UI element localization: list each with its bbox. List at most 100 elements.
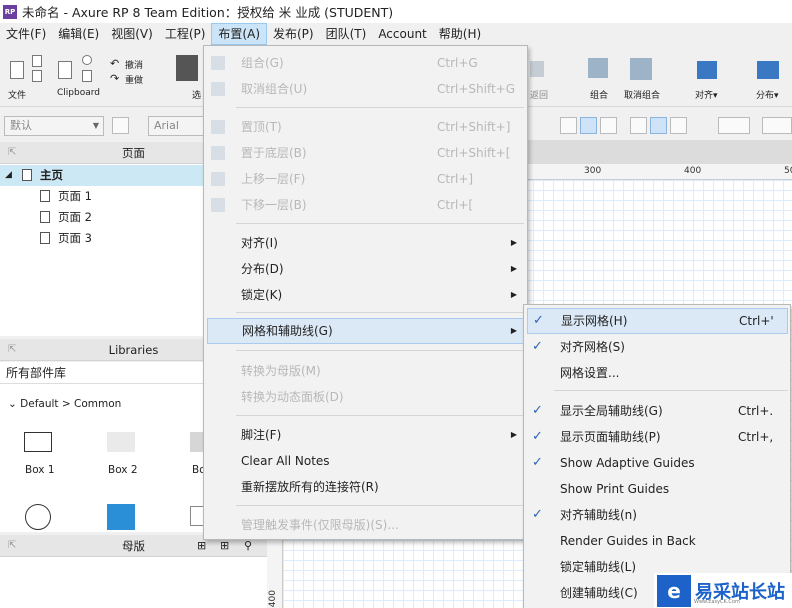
menu-file[interactable]: 文件(F) [0, 23, 52, 45]
cut-icon[interactable] [82, 55, 92, 65]
menu-item-label: 置于底层(B) [241, 146, 307, 160]
submenu-item-label: 显示页面辅助线(P) [560, 430, 661, 444]
submenu-item-label: Render Guides in Back [560, 534, 696, 548]
save-icon[interactable] [32, 55, 42, 67]
check-icon: ✓ [533, 313, 544, 328]
fill-color-icon[interactable] [718, 117, 750, 134]
submenu-arrow-icon: ▶ [510, 264, 517, 273]
masters-panel-title: 母版 [122, 539, 145, 553]
valign-middle-icon[interactable] [650, 117, 667, 134]
menu-item-ungroup[interactable]: 取消组合(U) Ctrl+Shift+G [204, 76, 527, 102]
font-select[interactable]: Arial [148, 116, 208, 136]
submenu-item-shortcut: Ctrl+. [738, 404, 774, 418]
menu-item-convert-to-dynamic-panel[interactable]: 转换为动态面板(D) [204, 384, 527, 410]
menu-item-grid-and-guides[interactable]: 网格和辅助线(G) ▶ [207, 318, 525, 344]
image-widget-icon[interactable] [107, 504, 135, 530]
menu-publish[interactable]: 发布(P) [267, 23, 320, 45]
box3-widget-icon[interactable] [190, 432, 204, 452]
style-select[interactable]: 默认 ▼ [4, 116, 104, 136]
menu-item-label: 上移一层(F) [241, 172, 306, 186]
submenu-item-label: Show Adaptive Guides [560, 456, 695, 470]
box1-widget-icon[interactable] [24, 432, 52, 452]
group-icon[interactable] [588, 58, 608, 78]
menu-item-label: 转换为动态面板(D) [241, 390, 344, 404]
menu-item-label: 取消组合(U) [241, 82, 308, 96]
menu-separator [236, 107, 524, 108]
menu-item-align[interactable]: 对齐(I) ▶ [204, 230, 527, 256]
menu-team[interactable]: 团队(T) [320, 23, 373, 45]
menu-account[interactable]: Account [372, 23, 432, 45]
menu-item-lock[interactable]: 锁定(K) ▶ [204, 282, 527, 308]
pin-icon[interactable]: ⇱ [8, 142, 16, 164]
submenu-item-show-grid[interactable]: ✓ 显示网格(H) Ctrl+' [527, 308, 788, 334]
undo-icon[interactable]: ↶ [110, 57, 119, 70]
select-icon[interactable] [176, 55, 198, 81]
pin-icon[interactable]: ⇱ [8, 535, 16, 557]
copy-icon[interactable] [82, 70, 92, 82]
submenu-item-show-page-guides[interactable]: ✓ 显示页面辅助线(P) Ctrl+, [524, 424, 790, 450]
align-center-icon[interactable] [580, 117, 597, 134]
redo-label[interactable]: 重做 [125, 73, 143, 86]
menu-project[interactable]: 工程(P) [159, 23, 212, 45]
valign-top-icon[interactable] [630, 117, 647, 134]
save-as-icon[interactable] [32, 70, 42, 82]
page-label: 页面 3 [58, 231, 92, 245]
submenu-item-snap-to-grid[interactable]: ✓ 对齐网格(S) [524, 334, 790, 360]
submenu-item-render-guides-in-back[interactable]: Render Guides in Back [524, 528, 790, 554]
undo-label[interactable]: 撤消 [125, 58, 143, 71]
check-icon: ✓ [532, 403, 543, 418]
chevron-down-icon: ▼ [92, 121, 99, 130]
menu-help[interactable]: 帮助(H) [433, 23, 487, 45]
send-to-back-icon [211, 146, 225, 160]
menu-edit[interactable]: 编辑(E) [52, 23, 105, 45]
distribute-label[interactable]: 分布▾ [756, 88, 779, 101]
valign-bottom-icon[interactable] [670, 117, 687, 134]
menu-item-group[interactable]: 组合(G) Ctrl+G [204, 50, 527, 76]
check-icon: ✓ [532, 339, 543, 354]
ellipse-widget-icon[interactable] [25, 504, 51, 530]
style-edit-icon[interactable] [112, 117, 129, 134]
menu-item-label: 转换为母版(M) [241, 364, 321, 378]
align-left-icon[interactable] [560, 117, 577, 134]
submenu-item-snap-to-guides[interactable]: ✓ 对齐辅助线(n) [524, 502, 790, 528]
submenu-item-show-print-guides[interactable]: Show Print Guides [524, 476, 790, 502]
library-group-header[interactable]: ⌄ Default > Common [8, 398, 121, 410]
submenu-item-grid-settings[interactable]: 网格设置... [524, 360, 790, 386]
menu-separator [554, 390, 788, 391]
box2-label: Box 2 [108, 464, 138, 476]
page-label: 页面 2 [58, 210, 92, 224]
redo-icon[interactable]: ↷ [110, 72, 119, 85]
menu-arrange[interactable]: 布置(A) [211, 23, 267, 45]
submenu-item-shortcut: Ctrl+, [738, 430, 774, 444]
align-right-icon[interactable] [600, 117, 617, 134]
pin-icon[interactable]: ⇱ [8, 339, 16, 361]
submenu-item-show-adaptive-guides[interactable]: ✓ Show Adaptive Guides [524, 450, 790, 476]
distribute-icon[interactable] [757, 61, 779, 79]
file-new-icon[interactable] [10, 61, 24, 79]
menu-item-send-to-back[interactable]: 置于底层(B) Ctrl+Shift+[ [204, 140, 527, 166]
menu-item-reposition-connectors[interactable]: 重新摆放所有的连接符(R) [204, 474, 527, 500]
expand-triangle-icon[interactable]: ◢ [5, 165, 12, 186]
shadow-icon[interactable] [762, 117, 792, 134]
menu-item-manage-raised-events[interactable]: 管理触发事件(仅限母版)(S)... [204, 512, 527, 538]
group-icon [211, 56, 225, 70]
ungroup-label[interactable]: 取消组合 [624, 88, 660, 101]
menu-item-bring-to-front[interactable]: 置顶(T) Ctrl+Shift+] [204, 114, 527, 140]
menu-item-send-backward[interactable]: 下移一层(B) Ctrl+[ [204, 192, 527, 218]
menu-item-convert-to-master[interactable]: 转换为母版(M) [204, 358, 527, 384]
menu-item-label: 下移一层(B) [241, 198, 307, 212]
group-label[interactable]: 组合 [590, 88, 608, 101]
menu-view[interactable]: 视图(V) [105, 23, 159, 45]
box2-widget-icon[interactable] [107, 432, 135, 452]
menu-separator [236, 312, 524, 313]
placeholder-widget-icon[interactable] [190, 506, 204, 526]
menu-item-clear-all-notes[interactable]: Clear All Notes [204, 448, 527, 474]
menu-item-distribute[interactable]: 分布(D) ▶ [204, 256, 527, 282]
menu-item-bring-forward[interactable]: 上移一层(F) Ctrl+] [204, 166, 527, 192]
menu-item-footnotes[interactable]: 脚注(F) ▶ [204, 422, 527, 448]
ungroup-icon[interactable] [630, 58, 652, 80]
align-icon[interactable] [697, 61, 717, 79]
align-label[interactable]: 对齐▾ [695, 88, 718, 101]
paste-icon[interactable] [58, 61, 72, 79]
submenu-item-show-global-guides[interactable]: ✓ 显示全局辅助线(G) Ctrl+. [524, 398, 790, 424]
